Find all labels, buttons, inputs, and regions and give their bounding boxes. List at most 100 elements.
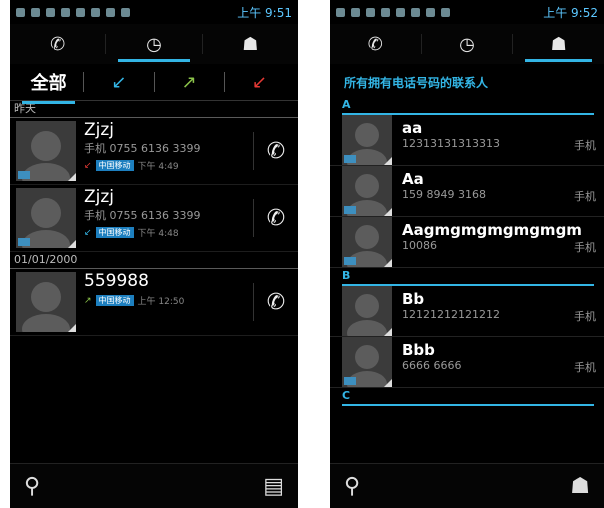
- letter-header: C: [342, 388, 594, 406]
- incoming-call-icon: ↙: [84, 227, 92, 238]
- tab-call-log[interactable]: ◷: [106, 24, 201, 64]
- phone-number: 159 8949 3168: [402, 188, 486, 201]
- phone-number: 6666 6666: [402, 359, 462, 372]
- status-icons: [336, 7, 543, 17]
- outgoing-arrow-icon: ↗: [181, 71, 197, 93]
- filter-all[interactable]: 全部: [14, 69, 83, 104]
- contact-name: Aagmgmgmgmgmgm: [402, 221, 582, 239]
- contact-name: aa: [402, 119, 423, 137]
- phone-number: 手机 0755 6136 3399: [84, 209, 201, 222]
- contact-row[interactable]: Bb 12121212121212 手机: [330, 286, 604, 337]
- filter-incoming[interactable]: ↙: [84, 72, 153, 93]
- signal-icon: [426, 7, 435, 17]
- call-button[interactable]: ✆: [253, 132, 298, 170]
- call-log-row[interactable]: Zjzj 手机 0755 6136 3399 ↙ 中国移动 下午 4:48 ✆: [10, 185, 298, 252]
- notification-icon: [336, 7, 345, 17]
- carrier-badge: 中国移动: [95, 295, 134, 306]
- call-log-row[interactable]: Zjzj 手机 0755 6136 3399 ↙ 中国移动 下午 4:49 ✆: [10, 118, 298, 185]
- call-button[interactable]: ✆: [253, 199, 298, 237]
- menu-icon[interactable]: ▤: [263, 474, 284, 499]
- contact-row[interactable]: Bbb 6666 6666 手机: [330, 337, 604, 388]
- wifi-icon: [91, 7, 100, 17]
- number-type: 手机: [574, 310, 596, 323]
- contact-name: Bbb: [402, 341, 435, 359]
- contact-row[interactable]: aa 12313131313313 手机: [330, 115, 604, 166]
- status-clock: 上午 9:51: [237, 5, 292, 20]
- number-type: 手机: [574, 361, 596, 374]
- notification-icon: [366, 7, 375, 17]
- contact-row[interactable]: Aa 159 8949 3168 手机: [330, 166, 604, 217]
- avatar[interactable]: [16, 188, 76, 248]
- person-icon: ☗: [242, 33, 259, 55]
- phone-icon: ✆: [266, 205, 286, 231]
- phone-icon: ✆: [367, 33, 383, 55]
- avatar[interactable]: [342, 217, 392, 267]
- status-bar: 上午 9:52: [330, 0, 604, 24]
- carrier-badge: 中国移动: [95, 160, 134, 171]
- notification-icon: [351, 7, 360, 17]
- notification-icon: [396, 7, 405, 17]
- contacts-header: 所有拥有电话号码的联系人: [344, 76, 489, 90]
- call-button[interactable]: ✆: [253, 283, 298, 321]
- filter-outgoing[interactable]: ↗: [155, 72, 224, 93]
- filter-missed[interactable]: ↙: [225, 72, 294, 93]
- contact-row[interactable]: Aagmgmgmgmgmgm 10086 手机: [330, 217, 604, 268]
- tab-contacts[interactable]: ☗: [203, 24, 298, 64]
- letter-header: A: [342, 97, 594, 115]
- carrier-badge: 中国移动: [95, 227, 134, 238]
- dialer-tab-bar: ✆ ◷ ☗: [10, 24, 298, 64]
- tab-contacts[interactable]: ☗: [513, 24, 604, 64]
- phone-icon: ✆: [266, 138, 286, 164]
- status-icons: [16, 7, 237, 17]
- missed-call-icon: ↙: [84, 160, 92, 171]
- call-log-screen: 上午 9:51 ✆ ◷ ☗ 全部 ↙ ↗ ↙ 昨天 Zjzj 手机 0755 6…: [10, 0, 298, 508]
- person-icon: ☗: [550, 33, 567, 55]
- battery-icon: [441, 7, 450, 17]
- notification-icon: [31, 7, 40, 17]
- incoming-arrow-icon: ↙: [111, 71, 127, 93]
- tab-phone[interactable]: ✆: [10, 24, 105, 64]
- avatar[interactable]: [16, 121, 76, 181]
- contact-name: 559988: [84, 271, 149, 291]
- notification-icon: [381, 7, 390, 17]
- notification-icon: [61, 7, 70, 17]
- notification-icon: [46, 7, 55, 17]
- avatar[interactable]: [342, 166, 392, 216]
- contacts-screen: 上午 9:52 ✆ ◷ ☗ 所有拥有电话号码的联系人 A aa 12313131…: [330, 0, 604, 508]
- letter-header: B: [342, 268, 594, 286]
- number-type: 手机: [574, 241, 596, 254]
- signal-icon: [106, 7, 115, 17]
- avatar[interactable]: [342, 286, 392, 336]
- avatar[interactable]: [342, 337, 392, 387]
- call-time: 下午 4:49: [137, 162, 179, 172]
- search-icon[interactable]: ⚲: [344, 474, 360, 499]
- clock-icon: ◷: [146, 33, 162, 55]
- phone-number: 12121212121212: [402, 308, 500, 321]
- notification-icon: [76, 7, 85, 17]
- call-log-row[interactable]: 559988 ↗ 中国移动 上午 12:50 ✆: [10, 269, 298, 336]
- avatar[interactable]: [16, 272, 76, 332]
- tab-call-log[interactable]: ◷: [422, 24, 513, 64]
- number-type: 手机: [574, 190, 596, 203]
- phone-icon: ✆: [266, 289, 286, 315]
- search-icon[interactable]: ⚲: [24, 474, 40, 499]
- add-contact-icon[interactable]: ☗: [570, 474, 590, 499]
- phone-number: 手机 0755 6136 3399: [84, 142, 201, 155]
- missed-arrow-icon: ↙: [251, 71, 267, 93]
- status-clock: 上午 9:52: [543, 5, 598, 20]
- bottom-action-bar: ⚲ ☗: [330, 463, 604, 508]
- call-time: 上午 12:50: [137, 297, 185, 307]
- tab-phone[interactable]: ✆: [330, 24, 421, 64]
- phone-number: 10086: [402, 239, 437, 252]
- call-filter-bar: 全部 ↙ ↗ ↙: [10, 64, 298, 104]
- avatar[interactable]: [342, 115, 392, 165]
- number-type: 手机: [574, 139, 596, 152]
- phone-number: 12313131313313: [402, 137, 500, 150]
- call-time: 下午 4:48: [137, 229, 179, 239]
- contact-name: Zjzj: [84, 187, 115, 207]
- dialer-tab-bar: ✆ ◷ ☗: [330, 24, 604, 64]
- section-header: 01/01/2000: [10, 252, 298, 269]
- contact-name: Bb: [402, 290, 425, 308]
- notification-icon: [16, 7, 25, 17]
- clock-icon: ◷: [459, 33, 475, 55]
